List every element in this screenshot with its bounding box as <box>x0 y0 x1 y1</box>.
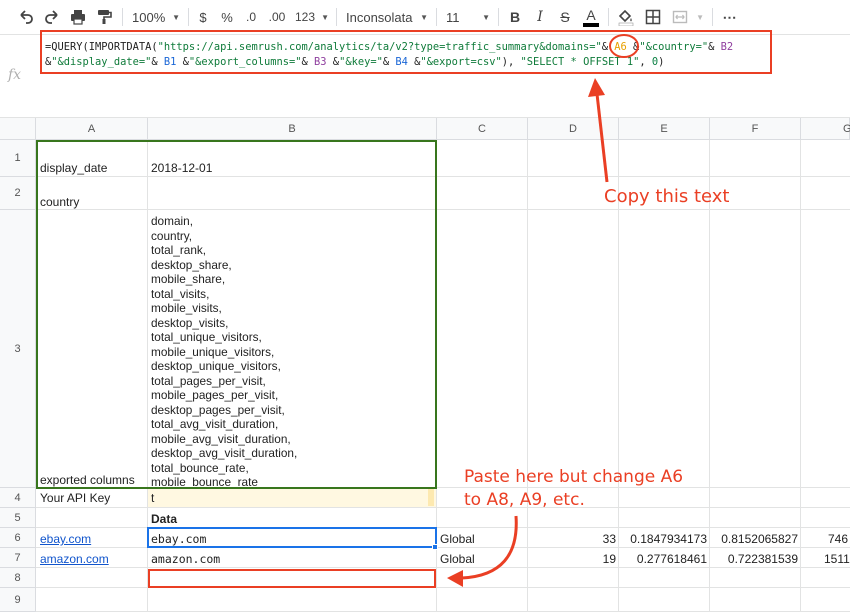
annotation-overlay <box>447 34 639 587</box>
copy-annotation: Copy this text <box>604 186 730 207</box>
paste-target-box <box>148 569 436 588</box>
paste-annotation-line2: to A8, A9, etc. <box>464 490 585 510</box>
paste-annotation-line1: Paste here but change A6 <box>464 467 684 487</box>
a6-circle <box>609 34 639 58</box>
paste-arrow-line <box>461 515 518 580</box>
copy-arrow-line <box>595 93 609 183</box>
copy-arrow-head <box>588 78 605 97</box>
paste-arrow-head <box>447 570 463 587</box>
